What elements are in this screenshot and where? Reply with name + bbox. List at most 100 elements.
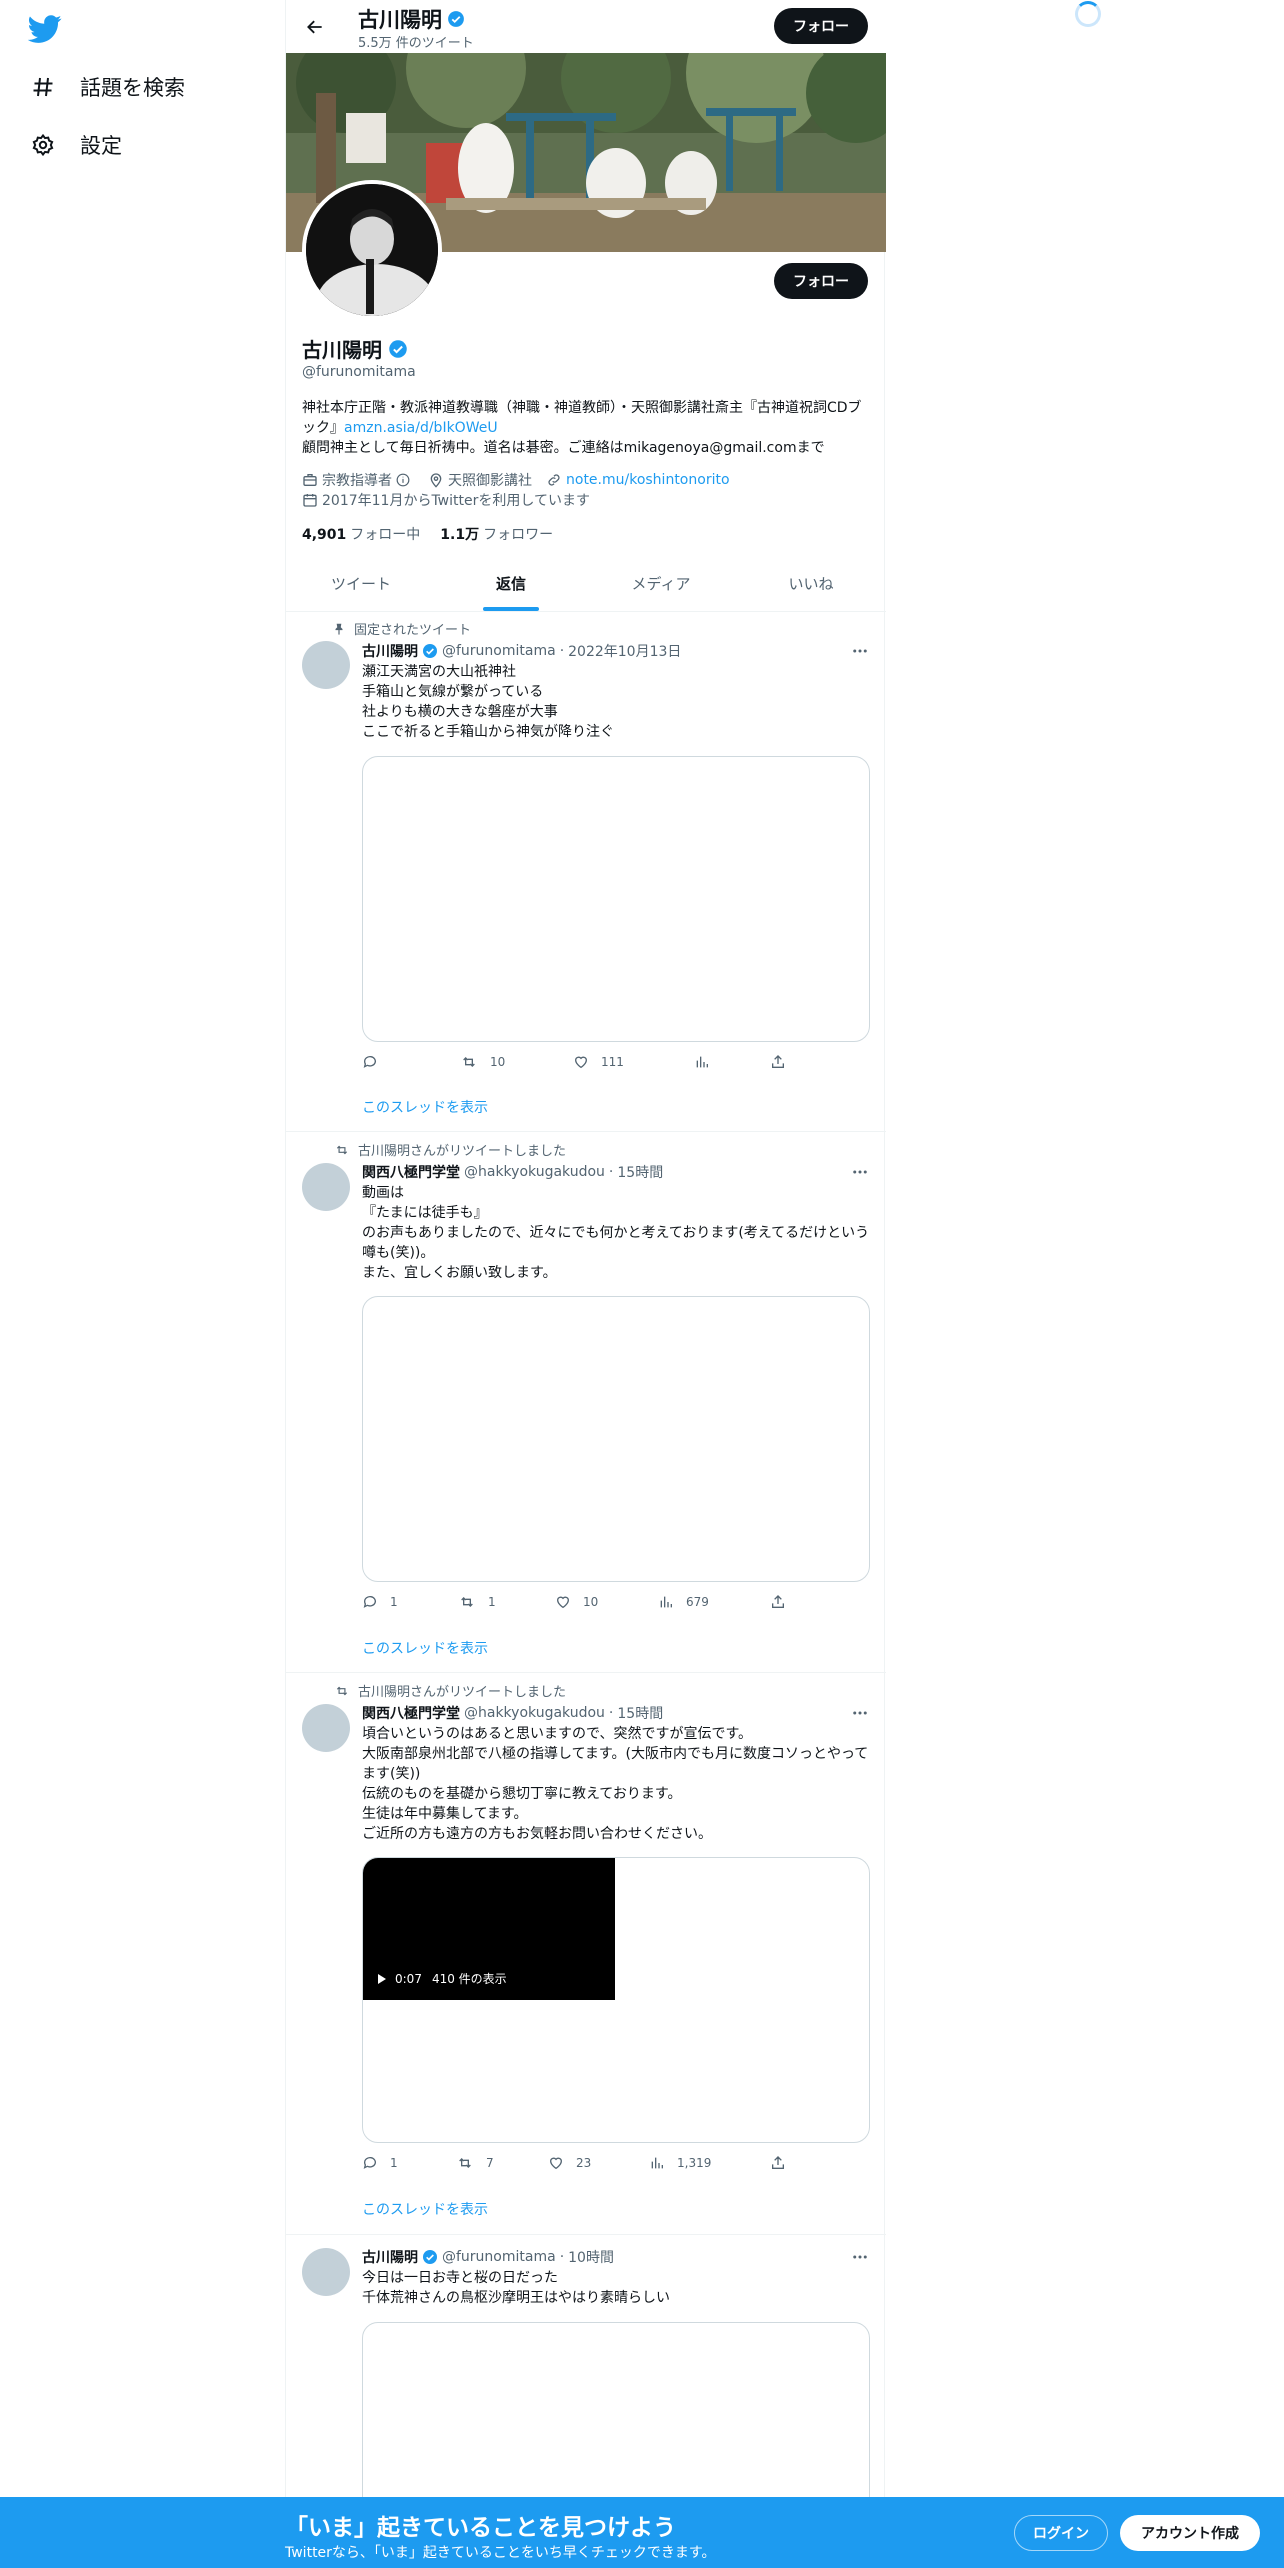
profile-tabs: ツイート 返信 メディア いいね [286, 556, 886, 612]
reply-count: 1 [390, 2156, 398, 2170]
views-button[interactable]: 1,319 [649, 2155, 711, 2171]
tweet-header: 古川陽明 @furunomitama · 2022年10月13日 [362, 641, 681, 661]
following-stat[interactable]: 4,901 フォロー中 [302, 524, 420, 544]
retweet-button[interactable]: 1 [458, 1594, 496, 1610]
tweet-media[interactable] [362, 1296, 870, 1582]
share-button[interactable] [770, 1054, 798, 1070]
views-button[interactable]: 679 [658, 1594, 709, 1610]
tweet-time[interactable]: 10時間 [568, 2247, 614, 2267]
gear-icon [28, 130, 58, 160]
tweet-video[interactable]: 0:07 410 件の表示 [362, 1857, 870, 2143]
share-button[interactable] [770, 2155, 798, 2171]
profile-website[interactable]: note.mu/koshintonorito [546, 472, 730, 488]
heart-icon [556, 1596, 570, 1609]
tweet-media[interactable] [362, 2322, 870, 2522]
tweet-media[interactable] [362, 756, 870, 1042]
tweet-item[interactable]: 古川陽明 @furunomitama · 10時間 今日は一日お寺と桜の日だった… [286, 2236, 886, 2536]
more-options-icon[interactable] [850, 2247, 870, 2267]
tweet-item[interactable]: 古川陽明さんがリツイートしました 関西八極門学堂 @hakkyokugakudo… [286, 1133, 886, 1673]
more-options-icon[interactable] [850, 1703, 870, 1723]
views-button[interactable] [694, 1054, 722, 1070]
like-count: 111 [601, 1055, 624, 1069]
tweet-author-name[interactable]: 古川陽明 [362, 641, 418, 661]
avatar[interactable] [302, 2248, 350, 2296]
views-count: 1,319 [677, 2156, 712, 2170]
tweet-author-name[interactable]: 古川陽明 [362, 2247, 418, 2267]
follow-stats: 4,901 フォロー中 1.1万 フォロワー [302, 524, 553, 544]
tweet-author-handle[interactable]: @furunomitama [442, 643, 556, 659]
profile-joined-row: 2017年11月からTwitterを利用しています [302, 490, 604, 510]
nav-settings[interactable]: 設定 [28, 123, 122, 167]
video-duration: 0:07 [395, 1971, 422, 1986]
share-icon [772, 1595, 784, 1608]
avatar[interactable] [302, 641, 350, 689]
tweet-time[interactable]: 2022年10月13日 [568, 641, 681, 661]
verified-badge-icon [447, 10, 465, 28]
retweet-button[interactable]: 7 [456, 2155, 494, 2171]
avatar[interactable] [302, 1704, 350, 1752]
share-icon [772, 2156, 784, 2169]
tweet-item[interactable]: 固定されたツイート 古川陽明 @furunomitama · 2022年10月1… [286, 613, 886, 1132]
tweet-author-handle[interactable]: @furunomitama [442, 2249, 556, 2265]
info-icon[interactable] [396, 473, 414, 487]
video-view-count: 410 件の表示 [431, 1972, 507, 1986]
avatar[interactable] [302, 1163, 350, 1211]
share-icon [772, 1055, 784, 1068]
tweet-text: 今日は一日お寺と桜の日だった 千体荒神さんの鳥枢沙摩明王はやはり素晴らしい [362, 2270, 670, 2306]
tab-media[interactable]: メディア [586, 556, 736, 611]
tweet-header: 関西八極門学堂 @hakkyokugakudou · 15時間 [362, 1162, 663, 1182]
bio-link[interactable]: amzn.asia/d/bIkOWeU [344, 420, 498, 436]
tweet-item[interactable]: 古川陽明さんがリツイートしました 関西八極門学堂 @hakkyokugakudo… [286, 1674, 886, 2235]
profile-timeline-column: 古川陽明 5.5万 件のツイート フォロー フォロー 古川陽明 @furunom… [285, 0, 886, 2522]
twitter-logo-icon[interactable] [27, 12, 62, 46]
tab-likes[interactable]: いいね [736, 556, 886, 611]
like-button[interactable]: 111 [573, 1054, 624, 1070]
show-thread-link[interactable]: このスレッドを表示 [362, 2199, 488, 2219]
reply-button[interactable] [362, 1054, 390, 1070]
more-options-icon[interactable] [850, 641, 870, 661]
show-thread-link[interactable]: このスレッドを表示 [362, 1097, 488, 1117]
heart-icon [549, 2157, 563, 2170]
profile-follow-button[interactable]: フォロー [774, 263, 868, 299]
retweet-count: 1 [488, 1595, 496, 1609]
tweet-actions: 1 1 10 679 [362, 1594, 792, 1614]
like-button[interactable]: 10 [555, 1594, 598, 1610]
signup-button[interactable]: アカウント作成 [1120, 2515, 1260, 2551]
tweet-time[interactable]: 15時間 [617, 1703, 663, 1723]
retweet-icon [459, 2158, 471, 2168]
tweet-author-name[interactable]: 関西八極門学堂 [362, 1703, 460, 1723]
profile-header-bar: 古川陽明 5.5万 件のツイート フォロー [286, 0, 886, 53]
signup-prompt-title: 「いま」起きていることを見つけよう [285, 2515, 676, 2541]
profile-website-link[interactable]: note.mu/koshintonorito [566, 472, 730, 488]
login-button[interactable]: ログイン [1014, 2515, 1108, 2551]
tweet-actions: 1 7 23 1,319 [362, 2155, 792, 2175]
tweet-author-handle[interactable]: @hakkyokugakudou [464, 1705, 605, 1721]
like-button[interactable]: 23 [548, 2155, 591, 2171]
retweet-icon [336, 1145, 348, 1154]
more-options-icon[interactable] [850, 1162, 870, 1182]
video-player[interactable]: 0:07 410 件の表示 [363, 1858, 615, 2000]
pin-icon [335, 623, 343, 635]
followers-stat[interactable]: 1.1万 フォロワー [440, 524, 553, 544]
tab-tweets[interactable]: ツイート [286, 556, 436, 611]
reply-button[interactable]: 1 [362, 1594, 398, 1610]
tab-replies[interactable]: 返信 [436, 556, 586, 611]
retweet-count: 10 [490, 1055, 506, 1069]
show-thread-link[interactable]: このスレッドを表示 [362, 1638, 488, 1658]
tweet-time[interactable]: 15時間 [617, 1162, 663, 1182]
signup-prompt-bar: 「いま」起きていることを見つけよう Twitterなら、「いま」起きていることを… [0, 2497, 1284, 2568]
tweet-author-handle[interactable]: @hakkyokugakudou [464, 1164, 605, 1180]
reply-button[interactable]: 1 [362, 2155, 398, 2171]
share-button[interactable] [770, 1594, 798, 1610]
nav-explore[interactable]: 話題を検索 [28, 65, 185, 109]
nav-explore-label: 話題を検索 [80, 76, 185, 100]
tweet-author-name[interactable]: 関西八極門学堂 [362, 1162, 460, 1182]
profile-avatar[interactable] [302, 180, 442, 320]
tweet-header: 関西八極門学堂 @hakkyokugakudou · 15時間 [362, 1703, 663, 1723]
back-arrow-icon[interactable] [300, 12, 330, 42]
header-follow-button[interactable]: フォロー [774, 8, 868, 44]
tweet-text: 動画は 『たまには徒手も』 のお声もありましたので、近々にでも何かと考えておりま… [362, 1185, 870, 1281]
bio-text-2: 顧問神主として毎日祈祷中。道名は碁密。ご連絡はmikagenoya@gmail.… [302, 440, 825, 456]
retweet-button[interactable]: 10 [460, 1054, 505, 1070]
profile-joined-text: 2017年11月からTwitterを利用しています [322, 493, 590, 509]
